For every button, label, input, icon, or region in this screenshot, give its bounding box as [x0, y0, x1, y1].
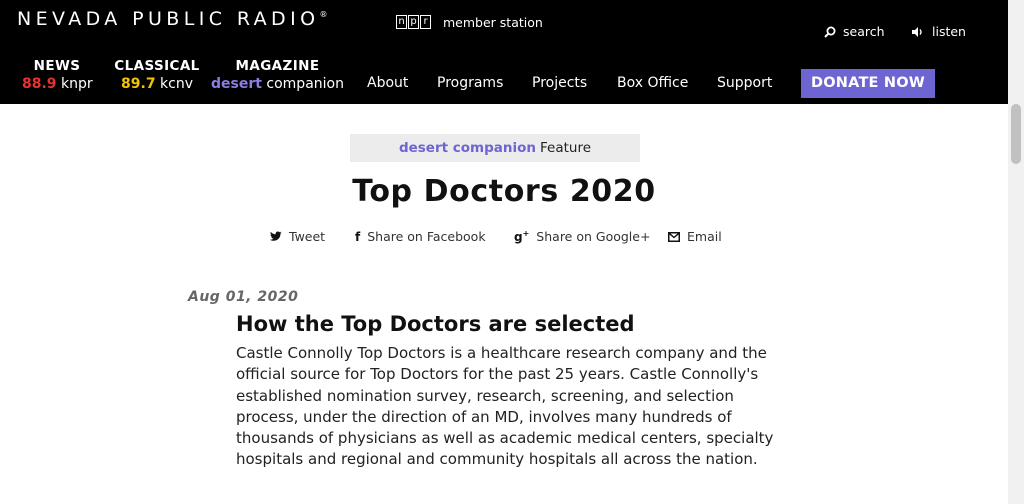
share-facebook-button[interactable]: f Share on Facebook [355, 229, 486, 244]
feature-brand[interactable]: desert companion [399, 140, 536, 156]
article-body: Castle Connolly Top Doctors is a healthc… [236, 344, 774, 469]
brand-magazine-title: MAGAZINE [235, 58, 320, 74]
nav-programs[interactable]: Programs [437, 75, 503, 91]
brand-news-title: NEWS [33, 58, 81, 74]
share-google-label: Share on Google+ [536, 229, 651, 244]
brand-magazine[interactable]: MAGAZINE desert companion [211, 58, 344, 92]
scrollbar-thumb[interactable] [1011, 104, 1021, 164]
share-email-label: Email [687, 229, 722, 244]
member-station-label: member station [443, 15, 543, 30]
envelope-icon [668, 231, 680, 242]
nav-about[interactable]: About [367, 75, 408, 91]
brand-news-callsign: knpr [61, 76, 93, 92]
brand-news[interactable]: NEWS 88.9 knpr [22, 58, 93, 92]
brand-classical[interactable]: CLASSICAL 89.7 kcnv [113, 58, 201, 92]
search-icon [824, 26, 836, 38]
brand-classical-title: CLASSICAL [114, 58, 200, 74]
speaker-icon [912, 26, 922, 37]
brand-classical-frequency: 89.7 [121, 76, 156, 92]
share-google-button[interactable]: g+ Share on Google+ [514, 229, 650, 244]
nav-support[interactable]: Support [717, 75, 772, 91]
npr-letter-n: n [396, 15, 407, 29]
npr-letter-r: r [420, 15, 431, 29]
search-button[interactable]: search [824, 24, 885, 39]
logo-text: NEVADA PUBLIC RADIO [17, 8, 320, 30]
google-plus-icon: g+ [514, 229, 530, 244]
site-logo[interactable]: NEVADA PUBLIC RADIO® [17, 8, 327, 30]
listen-label: listen [932, 24, 966, 39]
brand-news-frequency: 88.9 [22, 76, 57, 92]
brand-magazine-desert: desert [211, 76, 262, 92]
nav-box-office[interactable]: Box Office [617, 75, 688, 91]
share-tweet-button[interactable]: Tweet [270, 229, 325, 244]
section-heading: How the Top Doctors are selected [236, 312, 635, 336]
twitter-icon [270, 231, 282, 241]
scrollbar-track[interactable] [1008, 0, 1024, 504]
donate-now-button[interactable]: DONATE NOW [801, 69, 935, 98]
search-label: search [843, 24, 885, 39]
nav-projects[interactable]: Projects [532, 75, 587, 91]
share-email-button[interactable]: Email [668, 229, 722, 244]
brand-magazine-companion: companion [266, 76, 344, 92]
site-header: NEVADA PUBLIC RADIO® n p r member statio… [0, 0, 1008, 104]
share-tweet-label: Tweet [289, 229, 326, 244]
npr-logo: n p r [396, 15, 432, 29]
article-date: Aug 01, 2020 [188, 289, 299, 305]
listen-button[interactable]: listen [911, 24, 966, 39]
npr-letter-p: p [408, 15, 419, 29]
feature-label: Feature [540, 140, 592, 156]
page-title: Top Doctors 2020 [352, 174, 656, 209]
feature-tag: desert companion Feature [350, 134, 640, 162]
brand-classical-callsign: kcnv [160, 76, 193, 92]
facebook-icon: f [355, 229, 361, 244]
registered-mark: ® [319, 10, 328, 19]
share-facebook-label: Share on Facebook [367, 229, 486, 244]
